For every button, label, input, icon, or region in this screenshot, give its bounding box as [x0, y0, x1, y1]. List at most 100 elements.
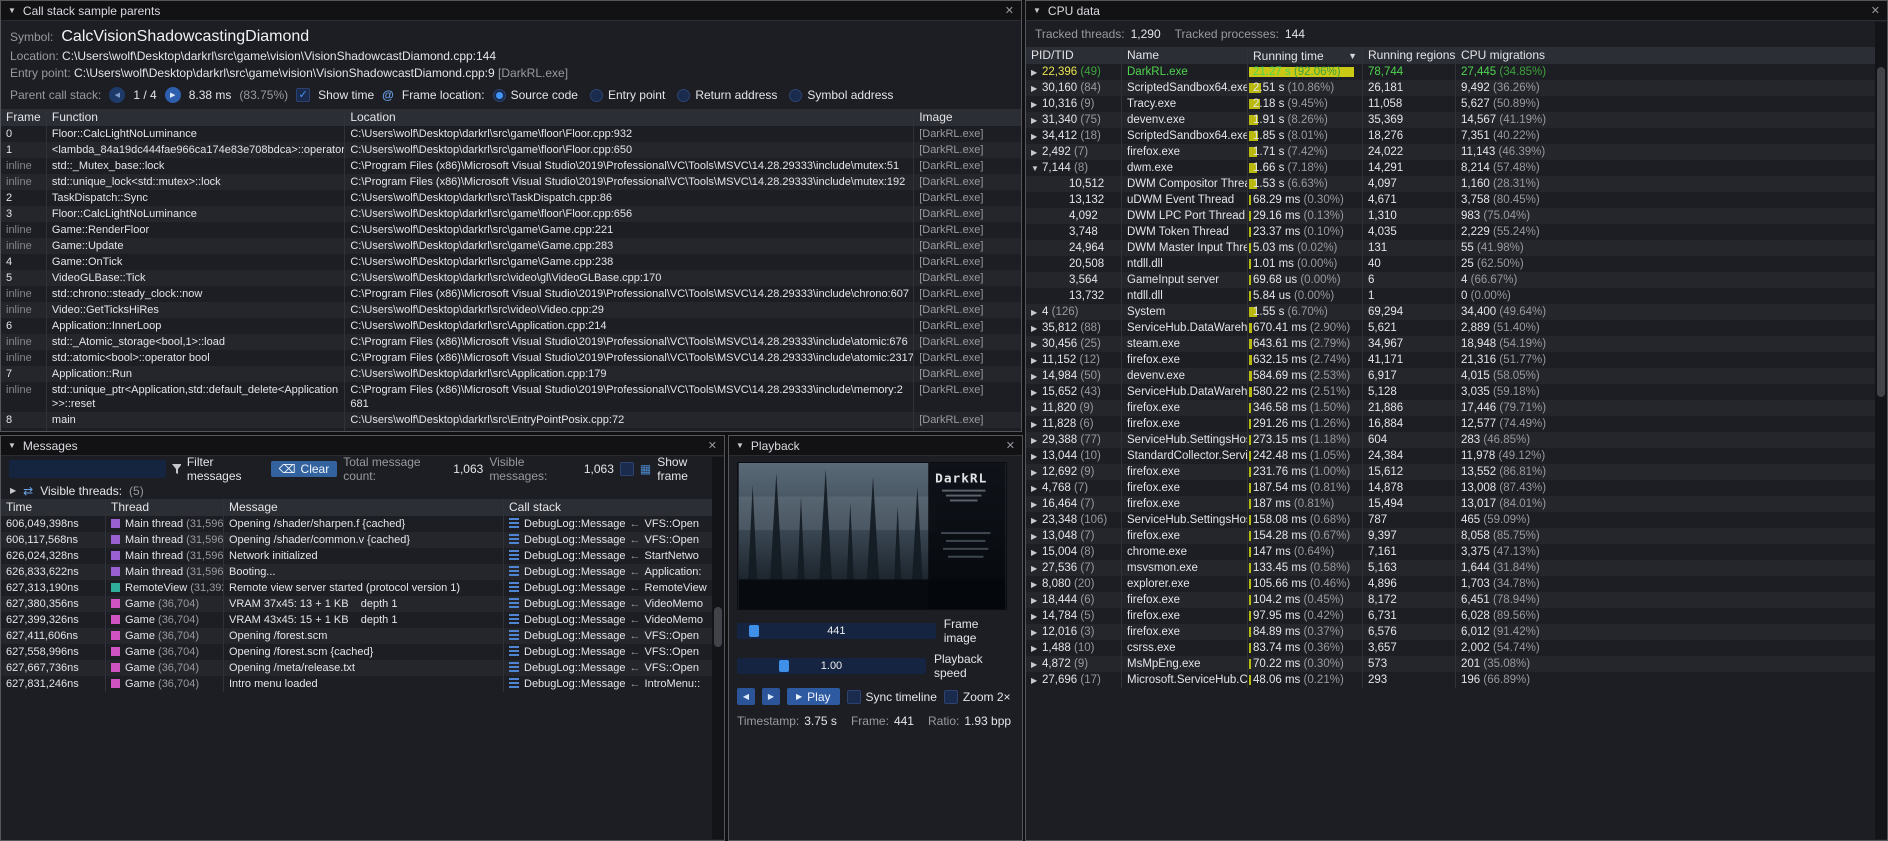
cpu-row[interactable]: ▶31,340 (75) devenv.exe 1.91 s (8.26%) 3…	[1026, 112, 1887, 128]
cpu-row[interactable]: ▶14,984 (50) devenv.exe 584.69 ms (2.53%…	[1026, 368, 1887, 384]
sync-timeline-checkbox[interactable]: Sync timeline	[847, 690, 937, 704]
expand-icon[interactable]: ▶	[1031, 609, 1042, 624]
message-callstack-cell[interactable]: DebugLog::Message←VideoMemo	[504, 596, 724, 612]
callstack-frame-row[interactable]: 5 VideoGLBase::Tick C:\Users\wolf\Deskto…	[1, 270, 1021, 286]
column-header-callstack[interactable]: Call stack	[504, 499, 724, 516]
message-row[interactable]: 606,049,398ns Main thread (31,596) Openi…	[1, 516, 724, 532]
callstack-frame-row[interactable]: inline std::atomic<bool>::operator bool …	[1, 350, 1021, 366]
message-callstack-cell[interactable]: DebugLog::Message←VFS::Open	[504, 644, 724, 660]
message-callstack-cell[interactable]: DebugLog::Message←VideoMemo	[504, 612, 724, 628]
cpu-row[interactable]: ▶2,492 (7) firefox.exe 1.71 s (7.42%) 24…	[1026, 144, 1887, 160]
column-header-location[interactable]: Location	[345, 109, 914, 126]
callstack-frame-row[interactable]: inline std::unique_lock<std::mutex>::loc…	[1, 174, 1021, 190]
window-titlebar[interactable]: ▼ Call stack sample parents ✕	[1, 1, 1021, 21]
frame-location-radio[interactable]: Source code	[493, 88, 578, 102]
cpu-row[interactable]: ▶11,828 (6) firefox.exe 291.26 ms (1.26%…	[1026, 416, 1887, 432]
cpu-row[interactable]: ▶35,812 (88) ServiceHub.DataWarehou 670.…	[1026, 320, 1887, 336]
column-header-time[interactable]: Time	[1, 499, 106, 516]
expand-icon[interactable]: ▶	[1031, 673, 1042, 688]
expand-icon[interactable]: ▶	[1031, 145, 1042, 160]
cpu-row[interactable]: 13,732 ntdll.dll 5.84 us (0.00%) 1 0 (0.…	[1026, 288, 1887, 304]
expand-icon[interactable]: ▶	[1031, 65, 1042, 80]
expand-icon[interactable]: ▶	[1031, 129, 1042, 144]
play-button[interactable]: ▶ Play	[787, 688, 840, 705]
close-icon[interactable]: ✕	[1006, 439, 1015, 452]
close-icon[interactable]: ✕	[708, 439, 717, 452]
message-callstack-cell[interactable]: DebugLog::Message←VFS::Open	[504, 532, 724, 548]
expand-icon[interactable]: ▶	[1031, 513, 1042, 528]
callstack-frame-row[interactable]: 0 Floor::CalcLightNoLuminance C:\Users\w…	[1, 126, 1021, 142]
expand-icon[interactable]: ▶	[1031, 561, 1042, 576]
next-parent-button[interactable]: ▶	[165, 87, 181, 103]
message-callstack-cell[interactable]: DebugLog::Message←StartNetwo	[504, 548, 724, 564]
window-titlebar[interactable]: ▼ Playback ✕	[729, 436, 1022, 456]
window-titlebar[interactable]: ▼ Messages ✕	[1, 436, 724, 456]
expand-icon[interactable]: ▶	[1031, 481, 1042, 496]
column-header-message[interactable]: Message	[224, 499, 504, 516]
expand-icon[interactable]: ▶	[1031, 369, 1042, 384]
expand-icon[interactable]: ▶	[1031, 305, 1042, 320]
cpu-row[interactable]: ▶12,016 (3) firefox.exe 84.89 ms (0.37%)…	[1026, 624, 1887, 640]
cpu-row[interactable]: ▶11,820 (9) firefox.exe 346.58 ms (1.50%…	[1026, 400, 1887, 416]
cpu-row[interactable]: ▶8,080 (20) explorer.exe 105.66 ms (0.46…	[1026, 576, 1887, 592]
cpu-row[interactable]: ▶4,768 (7) firefox.exe 187.54 ms (0.81%)…	[1026, 480, 1887, 496]
callstack-frame-row[interactable]: 4 Game::OnTick C:\Users\wolf\Desktop\dar…	[1, 254, 1021, 270]
column-header-running-regions[interactable]: Running regions	[1363, 47, 1456, 64]
expand-icon[interactable]: ▶	[1031, 641, 1042, 656]
column-header-name[interactable]: Name	[1122, 47, 1248, 64]
expand-icon[interactable]: ▶	[1031, 545, 1042, 560]
cpu-row[interactable]: ▶1,488 (10) csrss.exe 83.74 ms (0.36%) 3…	[1026, 640, 1887, 656]
message-row[interactable]: 627,558,996ns Game (36,704) Opening /for…	[1, 644, 724, 660]
cpu-row[interactable]: ▶4,872 (9) MsMpEng.exe 70.22 ms (0.30%) …	[1026, 656, 1887, 672]
expand-icon[interactable]: ▶	[1031, 353, 1042, 368]
cpu-row[interactable]: ▶22,396 (49) DarkRL.exe 21.27 s (92.06%)…	[1026, 64, 1887, 80]
message-callstack-cell[interactable]: DebugLog::Message←IntroMenu::	[504, 676, 724, 692]
expand-icon[interactable]: ▶	[1031, 529, 1042, 544]
expand-icon[interactable]: ▶	[1031, 433, 1042, 448]
collapse-icon[interactable]: ▼	[736, 441, 744, 450]
message-row[interactable]: 627,667,736ns Game (36,704) Opening /met…	[1, 660, 724, 676]
callstack-frame-row[interactable]: 1 <lambda_84a19dc444fae966ca174e83e708bd…	[1, 142, 1021, 158]
expand-icon[interactable]: ▶	[1031, 449, 1042, 464]
message-callstack-cell[interactable]: DebugLog::Message←VFS::Open	[504, 516, 724, 532]
cpu-row[interactable]: ▶18,444 (6) firefox.exe 104.2 ms (0.45%)…	[1026, 592, 1887, 608]
column-header-thread[interactable]: Thread	[106, 499, 224, 516]
expand-icon[interactable]: ▶	[1031, 401, 1042, 416]
callstack-frame-row[interactable]: inline invoke_main d:\agent\_work\63\s\s…	[1, 428, 1021, 432]
cpu-row[interactable]: ▶10,316 (9) Tracy.exe 2.18 s (9.45%) 11,…	[1026, 96, 1887, 112]
callstack-frame-row[interactable]: inline Video::GetTicksHiRes C:\Users\wol…	[1, 302, 1021, 318]
cpu-row[interactable]: ▶12,692 (9) firefox.exe 231.76 ms (1.00%…	[1026, 464, 1887, 480]
expand-icon[interactable]: ▼	[1031, 161, 1042, 176]
cpu-row[interactable]: 3,564 GameInput server 69.68 us (0.00%) …	[1026, 272, 1887, 288]
expand-icon[interactable]: ▶	[1031, 657, 1042, 672]
zoom-2x-checkbox[interactable]: Zoom 2×	[944, 690, 1011, 704]
frame-image-slider[interactable]: 441	[737, 623, 936, 639]
callstack-frame-row[interactable]: inline Game::Update C:\Users\wolf\Deskto…	[1, 238, 1021, 254]
message-row[interactable]: 627,380,356ns Game (36,704) VRAM 37x45: …	[1, 596, 724, 612]
cpu-row[interactable]: 10,512 DWM Compositor Thread 1.53 s (6.6…	[1026, 176, 1887, 192]
expand-icon[interactable]: ▶	[1031, 417, 1042, 432]
expand-icon[interactable]: ▶	[1031, 385, 1042, 400]
prev-parent-button[interactable]: ◀	[109, 87, 125, 103]
expand-icon[interactable]: ▶	[1031, 465, 1042, 480]
column-header-running-time[interactable]: Running time ▼	[1248, 47, 1363, 64]
callstack-frame-row[interactable]: 7 Application::Run C:\Users\wolf\Desktop…	[1, 366, 1021, 382]
callstack-frame-row[interactable]: inline Game::RenderFloor C:\Users\wolf\D…	[1, 222, 1021, 238]
cpu-row[interactable]: ▶13,044 (10) StandardCollector.Servic 24…	[1026, 448, 1887, 464]
cpu-row[interactable]: ▶34,412 (18) ScriptedSandbox64.exe 1.85 …	[1026, 128, 1887, 144]
expand-icon[interactable]: ▶	[1031, 625, 1042, 640]
callstack-frame-row[interactable]: 8 main C:\Users\wolf\Desktop\darkrl\src\…	[1, 412, 1021, 428]
callstack-frame-row[interactable]: 3 Floor::CalcLightNoLuminance C:\Users\w…	[1, 206, 1021, 222]
expand-icon[interactable]: ▶	[1031, 593, 1042, 608]
collapse-icon[interactable]: ▼	[8, 441, 16, 450]
expand-icon[interactable]: ▶	[1031, 577, 1042, 592]
cpu-row[interactable]: ▶27,536 (7) msvsmon.exe 133.45 ms (0.58%…	[1026, 560, 1887, 576]
callstack-frame-row[interactable]: 2 TaskDispatch::Sync C:\Users\wolf\Deskt…	[1, 190, 1021, 206]
message-filter-input[interactable]	[9, 460, 166, 478]
cpu-row[interactable]: ▶30,456 (25) steam.exe 643.61 ms (2.79%)…	[1026, 336, 1887, 352]
callstack-frame-row[interactable]: inline std::_Mutex_base::lock C:\Program…	[1, 158, 1021, 174]
expand-icon[interactable]: ▶	[1031, 321, 1042, 336]
cpu-row[interactable]: ▶29,388 (77) ServiceHub.SettingsHost 273…	[1026, 432, 1887, 448]
column-header-function[interactable]: Function	[47, 109, 345, 126]
window-titlebar[interactable]: ▼ CPU data ✕	[1026, 1, 1887, 21]
